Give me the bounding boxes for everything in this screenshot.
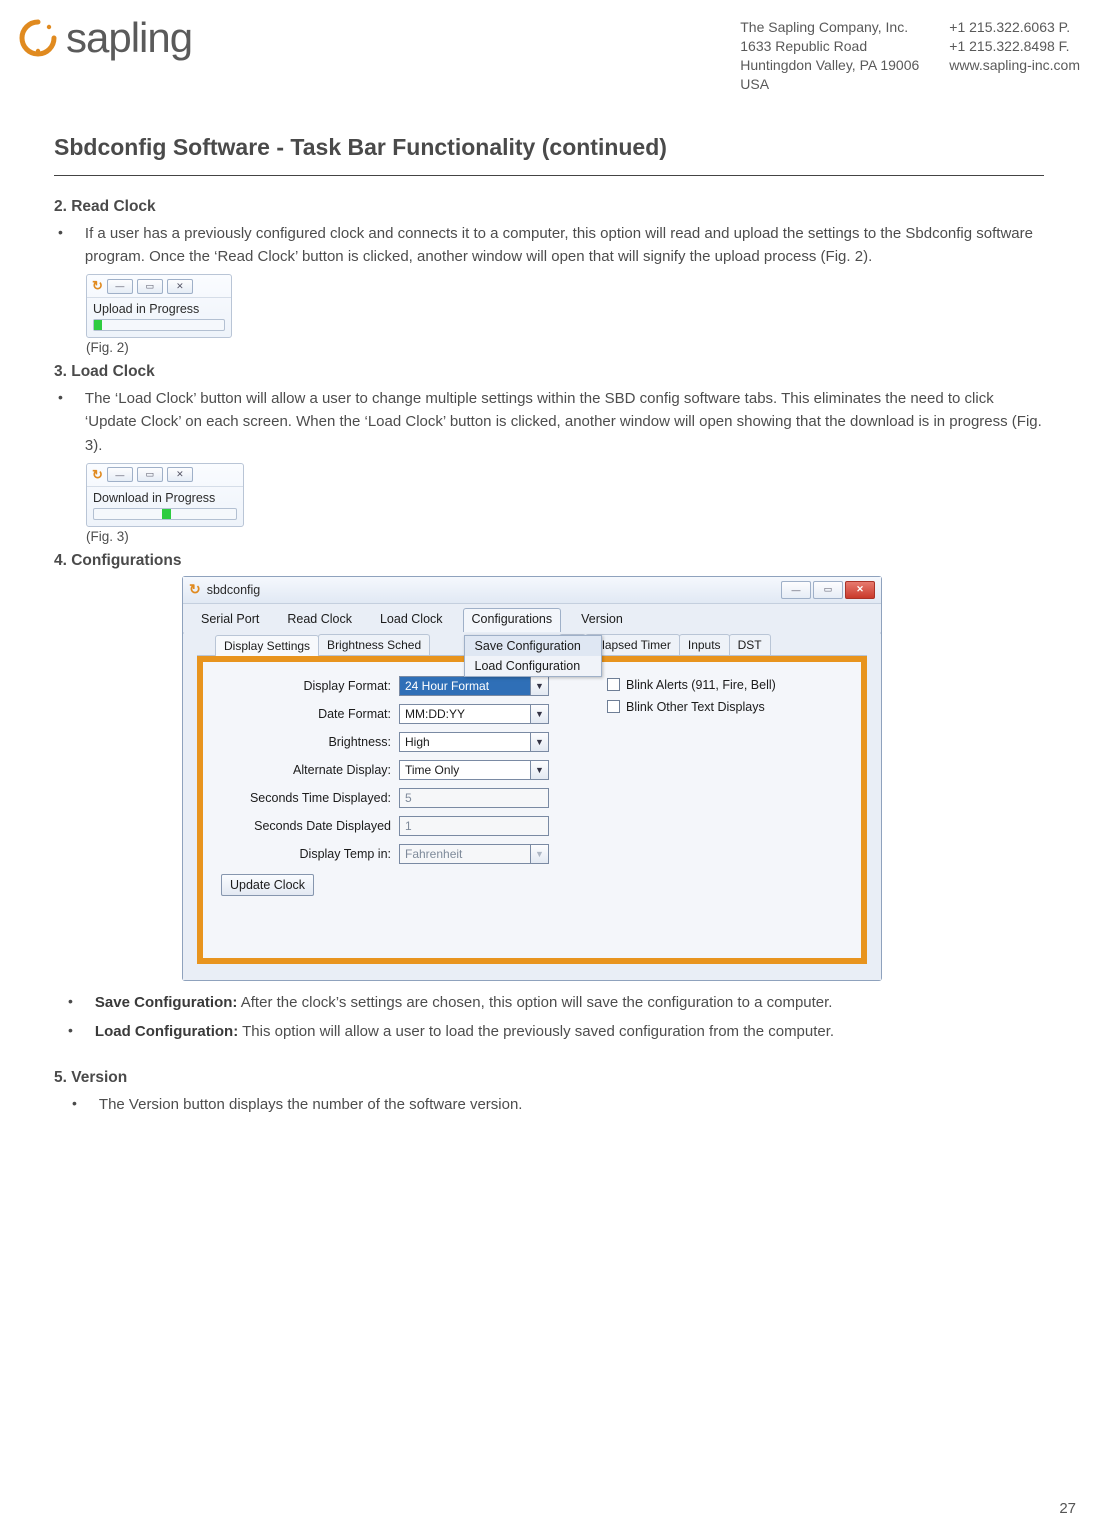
- display-temp-select[interactable]: Fahrenheit▼: [399, 844, 549, 864]
- contact-block: The Sapling Company, Inc. 1633 Republic …: [740, 14, 1080, 94]
- section-configurations-heading: 4. Configurations: [54, 552, 1044, 570]
- list-item: The ‘Load Clock’ button will allow a use…: [54, 387, 1044, 457]
- logo-text: sapling: [66, 14, 192, 62]
- menu-serial-port[interactable]: Serial Port: [193, 609, 267, 632]
- menu-read-clock[interactable]: Read Clock: [279, 609, 360, 632]
- sbdconfig-window: ↻ sbdconfig — ▭ ✕ Serial Port Read Clock…: [182, 576, 882, 981]
- label-alternate-display: Alternate Display:: [221, 763, 391, 777]
- page-title: Sbdconfig Software - Task Bar Functional…: [54, 134, 1044, 161]
- load-config-label: Load Configuration:: [95, 1023, 238, 1040]
- company-web: www.sapling-inc.com: [949, 56, 1080, 75]
- app-icon: ↻: [92, 278, 103, 294]
- fig2-caption: (Fig. 2): [86, 340, 1044, 355]
- checkbox-blink-other[interactable]: Blink Other Text Displays: [607, 700, 843, 714]
- section-version-heading: 5. Version: [54, 1069, 1044, 1087]
- minimize-button[interactable]: —: [107, 279, 133, 294]
- maximize-button[interactable]: ▭: [137, 467, 163, 482]
- close-button[interactable]: ✕: [167, 467, 193, 482]
- list-item: Save Configuration: After the clock’s se…: [64, 991, 1044, 1014]
- version-text: The Version button displays the number o…: [99, 1093, 1044, 1116]
- load-clock-text: The ‘Load Clock’ button will allow a use…: [85, 387, 1044, 457]
- update-clock-button[interactable]: Update Clock: [221, 874, 314, 896]
- window-title: sbdconfig: [207, 583, 261, 597]
- company-addr1: 1633 Republic Road: [740, 37, 919, 56]
- menu-configurations[interactable]: Configurations Save Configuration Load C…: [463, 608, 562, 632]
- dropdown-save-configuration[interactable]: Save Configuration: [465, 636, 601, 656]
- display-format-select[interactable]: 24 Hour Format▼: [399, 676, 549, 696]
- tab-dst[interactable]: DST: [729, 634, 771, 655]
- seconds-date-input[interactable]: 1: [399, 816, 549, 836]
- chevron-down-icon: ▼: [531, 760, 549, 780]
- list-item: The Version button displays the number o…: [68, 1093, 1044, 1116]
- save-config-label: Save Configuration:: [95, 994, 238, 1011]
- checkbox-blink-alerts[interactable]: Blink Alerts (911, Fire, Bell): [607, 678, 843, 692]
- titlebar: ↻ sbdconfig — ▭ ✕: [183, 577, 881, 604]
- fig3-caption: (Fig. 3): [86, 529, 1044, 544]
- section-read-clock-heading: 2. Read Clock: [54, 198, 1044, 216]
- chevron-down-icon: ▼: [531, 676, 549, 696]
- download-progress-label: Download in Progress: [93, 491, 237, 505]
- minimize-button[interactable]: —: [781, 581, 811, 599]
- upload-progress-label: Upload in Progress: [93, 302, 225, 316]
- list-item: Load Configuration: This option will all…: [64, 1020, 1044, 1043]
- tab-brightness-sched[interactable]: Brightness Sched: [318, 634, 430, 655]
- menu-version[interactable]: Version: [573, 609, 631, 632]
- progress-bar: [93, 508, 237, 520]
- save-config-text: After the clock’s settings are chosen, t…: [237, 994, 832, 1011]
- menubar: Serial Port Read Clock Load Clock Config…: [183, 604, 881, 632]
- company-addr3: USA: [740, 75, 919, 94]
- company-addr2: Huntingdon Valley, PA 19006: [740, 56, 919, 75]
- dropdown-load-configuration[interactable]: Load Configuration: [465, 656, 601, 676]
- app-icon: ↻: [92, 467, 103, 483]
- fig2-window: ↻ — ▭ ✕ Upload in Progress: [86, 274, 232, 338]
- tab-inputs[interactable]: Inputs: [679, 634, 730, 655]
- page-header: sapling The Sapling Company, Inc. 1633 R…: [18, 14, 1080, 94]
- chevron-down-icon: ▼: [531, 704, 549, 724]
- section-load-clock-heading: 3. Load Clock: [54, 363, 1044, 381]
- seconds-time-input[interactable]: 5: [399, 788, 549, 808]
- label-date-format: Date Format:: [221, 707, 391, 721]
- chevron-down-icon: ▼: [531, 844, 549, 864]
- load-config-text: This option will allow a user to load th…: [238, 1023, 834, 1040]
- company-fax: +1 215.322.8498 F.: [949, 37, 1080, 56]
- close-button[interactable]: ✕: [845, 581, 875, 599]
- maximize-button[interactable]: ▭: [813, 581, 843, 599]
- label-seconds-time: Seconds Time Displayed:: [221, 791, 391, 805]
- configurations-dropdown: Save Configuration Load Configuration: [464, 635, 602, 677]
- brightness-select[interactable]: High▼: [399, 732, 549, 752]
- date-format-select[interactable]: MM:DD:YY▼: [399, 704, 549, 724]
- company-name: The Sapling Company, Inc.: [740, 18, 919, 37]
- label-brightness: Brightness:: [221, 735, 391, 749]
- label-seconds-date: Seconds Date Displayed: [221, 819, 391, 833]
- settings-pane: Display Format: 24 Hour Format▼ Blink Al…: [197, 656, 867, 964]
- label-display-temp: Display Temp in:: [221, 847, 391, 861]
- tab-display-settings[interactable]: Display Settings: [215, 635, 319, 656]
- fig3-window: ↻ — ▭ ✕ Download in Progress: [86, 463, 244, 527]
- logo: sapling: [18, 14, 192, 62]
- company-phone: +1 215.322.6063 P.: [949, 18, 1080, 37]
- chevron-down-icon: ▼: [531, 732, 549, 752]
- progress-bar: [93, 319, 225, 331]
- maximize-button[interactable]: ▭: [137, 279, 163, 294]
- list-item: If a user has a previously configured cl…: [54, 222, 1044, 269]
- alternate-display-select[interactable]: Time Only▼: [399, 760, 549, 780]
- divider: [54, 175, 1044, 176]
- page-number: 27: [1059, 1500, 1076, 1517]
- read-clock-text: If a user has a previously configured cl…: [85, 222, 1044, 269]
- close-button[interactable]: ✕: [167, 279, 193, 294]
- menu-load-clock[interactable]: Load Clock: [372, 609, 451, 632]
- label-display-format: Display Format:: [221, 679, 391, 693]
- minimize-button[interactable]: —: [107, 467, 133, 482]
- logo-icon: [18, 18, 58, 58]
- app-icon: ↻: [189, 581, 201, 598]
